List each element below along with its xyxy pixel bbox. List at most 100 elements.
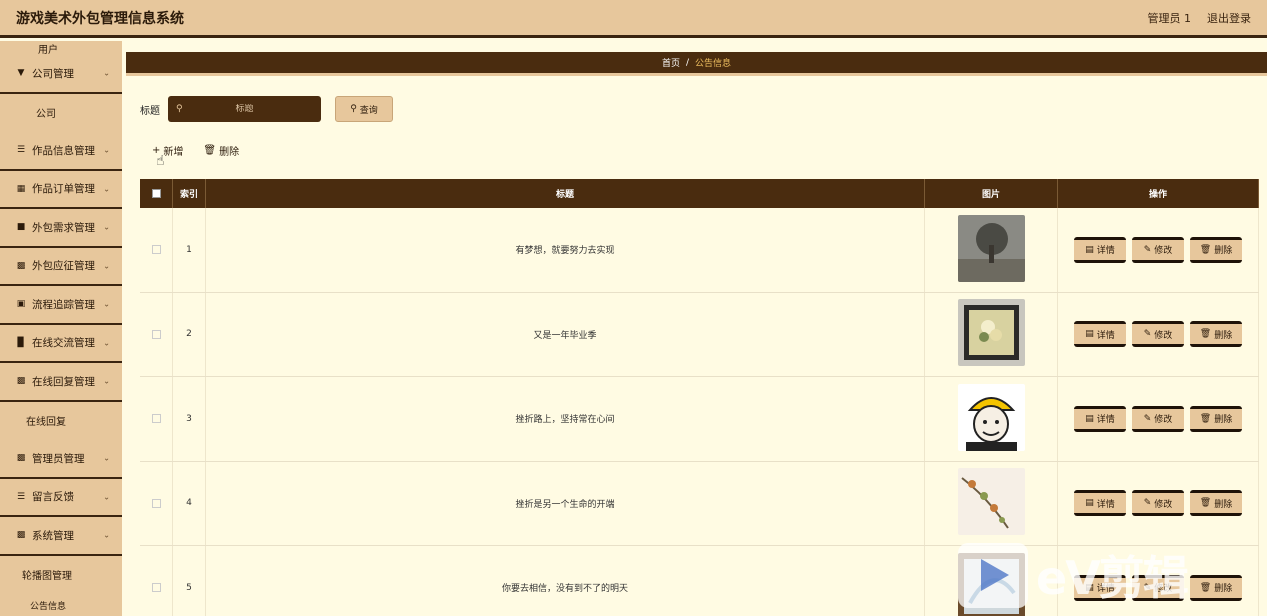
monitor-icon: ■ [16, 222, 26, 233]
row-checkbox-cell [140, 377, 173, 461]
stack-icon: ▣ [16, 299, 26, 310]
row-checkbox[interactable] [151, 245, 161, 255]
sidebar-item-user[interactable]: 用户 [0, 41, 122, 56]
header-ops: 操作 [1058, 179, 1259, 208]
chevron-down-icon: ⌄ [103, 184, 110, 194]
breadcrumb-current: 公告信息 [695, 59, 732, 69]
sidebar-item-company[interactable]: 公司 [0, 94, 122, 133]
sidebar-item-label: 公司管理 [32, 67, 74, 80]
sidebar-group-system[interactable]: ▩ 系统管理 ⌄ [0, 517, 122, 556]
sidebar: 用户 ▼ 公司管理 ⌄ 公司 ☰ 作品信息管理 ⌄ ▦ 作品订单管理 ⌄ ■ 外… [0, 41, 122, 616]
edit-label: 修改 [1154, 246, 1173, 257]
delete-button[interactable]: 🗑 删除 [1190, 490, 1242, 517]
edit-button[interactable]: ✎ 修改 [1132, 236, 1184, 263]
sidebar-group-tracking[interactable]: ▣ 流程追踪管理 ⌄ [0, 286, 122, 325]
chevron-down-icon: ⌄ [103, 376, 110, 386]
sidebar-item-label: 公告信息 [30, 601, 67, 612]
row-image-cell [925, 292, 1058, 376]
row-checkbox[interactable] [151, 583, 161, 593]
breadcrumb-separator: / [685, 57, 690, 68]
document-icon: ▤ [1085, 582, 1094, 593]
detail-button[interactable]: ▤ 详情 [1074, 405, 1126, 432]
search-icon: ⚲ [176, 104, 183, 114]
row-checkbox-cell [140, 461, 173, 545]
row-thumbnail[interactable] [957, 383, 1025, 454]
row-image-cell [925, 546, 1058, 616]
row-title: 挫折是另一个生命的开端 [206, 461, 925, 545]
row-title: 挫折路上，坚持常在心间 [206, 377, 925, 461]
sidebar-item-carousel[interactable]: 轮播图管理 [0, 556, 122, 595]
breadcrumb: 首页 / 公告信息 [126, 52, 1267, 76]
select-all-checkbox[interactable] [151, 189, 161, 198]
row-index: 5 [173, 546, 206, 616]
detail-button[interactable]: ▤ 详情 [1074, 490, 1126, 517]
sidebar-item-label: 用户 [38, 44, 58, 56]
current-user-label[interactable]: 管理员 1 [1148, 10, 1192, 26]
row-checkbox-cell [140, 546, 173, 616]
detail-button[interactable]: ▤ 详情 [1074, 321, 1126, 348]
logout-link[interactable]: 退出登录 [1207, 10, 1251, 26]
sidebar-item-reply[interactable]: 在线回复 [0, 402, 122, 441]
sidebar-group-apply[interactable]: ▩ 外包应征管理 ⌄ [0, 248, 122, 286]
trash-icon: 🗑 [1199, 329, 1212, 340]
row-title: 又是一年毕业季 [206, 292, 925, 376]
chevron-down-icon: ⌄ [103, 145, 110, 155]
row-checkbox[interactable] [151, 498, 161, 508]
document-icon: ▤ [1085, 244, 1094, 255]
search-icon: ⚲ [350, 104, 357, 114]
row-thumbnail[interactable] [957, 214, 1025, 285]
row-image-cell [925, 377, 1058, 461]
breadcrumb-home[interactable]: 首页 [662, 56, 680, 69]
cup-icon: ▼ [17, 68, 25, 79]
detail-button[interactable]: ▤ 详情 [1074, 574, 1126, 601]
sidebar-item-label: 管理员管理 [32, 452, 85, 465]
delete-button[interactable]: 🗑 删除 [1190, 574, 1242, 601]
sidebar-item-label: 在线回复 [26, 417, 66, 429]
row-thumbnail[interactable] [957, 468, 1025, 538]
sidebar-group-admin[interactable]: ▩ 管理员管理 ⌄ [0, 440, 122, 479]
row-checkbox[interactable] [151, 329, 161, 339]
search-button[interactable]: ⚲ 查询 [335, 96, 393, 122]
detail-label: 详情 [1096, 415, 1115, 426]
sidebar-group-orders[interactable]: ▦ 作品订单管理 ⌄ [0, 171, 122, 209]
sidebar-group-demand[interactable]: ■ 外包需求管理 ⌄ [0, 209, 122, 248]
sidebar-group-reply[interactable]: ▩ 在线回复管理 ⌄ [0, 363, 122, 402]
document-icon: ▤ [1085, 498, 1094, 509]
header-checkbox-cell [140, 179, 173, 208]
pencil-icon: ✎ [1143, 582, 1152, 593]
sidebar-item-notice[interactable]: 公告信息 [0, 594, 122, 616]
hand-cursor-icon: ☝ [156, 153, 165, 169]
detail-button[interactable]: ▤ 详情 [1074, 236, 1126, 263]
sidebar-group-feedback[interactable]: ☰ 留言反馈 ⌄ [0, 479, 122, 517]
sidebar-item-label: 外包应征管理 [32, 260, 95, 273]
chevron-down-icon: ⌄ [103, 338, 110, 348]
chevron-down-icon: ⌄ [103, 492, 110, 502]
sidebar-item-label: 作品信息管理 [32, 144, 95, 157]
batch-delete-button[interactable]: 🗑 删除 [203, 143, 239, 158]
table-row: 5 你要去相信，没有到不了的明天 ▤ 详情 ✎ 修改 🗑 删除 [140, 546, 1259, 616]
row-thumbnail[interactable] [957, 299, 1025, 369]
trash-icon: 🗑 [1199, 498, 1212, 509]
edit-button[interactable]: ✎ 修改 [1132, 405, 1184, 432]
sidebar-group-company[interactable]: ▼ 公司管理 ⌄ [0, 55, 122, 94]
trash-icon: 🗑 [1199, 413, 1212, 424]
delete-label: 删除 [1214, 415, 1233, 426]
edit-button[interactable]: ✎ 修改 [1132, 490, 1184, 517]
delete-button[interactable]: 🗑 删除 [1190, 405, 1242, 432]
delete-label: 删除 [1214, 499, 1233, 510]
table-row: 3 挫折路上，坚持常在心间 ▤ 详情 ✎ 修改 🗑 删除 [140, 377, 1259, 462]
apps-icon: ▩ [16, 530, 26, 541]
apps-icon: ▩ [16, 260, 26, 271]
search-input[interactable] [194, 104, 295, 114]
row-checkbox[interactable] [151, 414, 161, 424]
delete-button[interactable]: 🗑 删除 [1190, 236, 1242, 263]
search-box: ⚲ [168, 96, 321, 122]
edit-button[interactable]: ✎ 修改 [1132, 574, 1184, 601]
row-thumbnail[interactable] [957, 552, 1025, 616]
sidebar-item-label: 轮播图管理 [22, 571, 72, 583]
delete-button[interactable]: 🗑 删除 [1190, 321, 1242, 348]
sidebar-divider [122, 41, 126, 616]
edit-button[interactable]: ✎ 修改 [1132, 321, 1184, 348]
sidebar-group-chat[interactable]: ▉ 在线交流管理 ⌄ [0, 325, 122, 363]
sidebar-group-works[interactable]: ☰ 作品信息管理 ⌄ [0, 132, 122, 171]
